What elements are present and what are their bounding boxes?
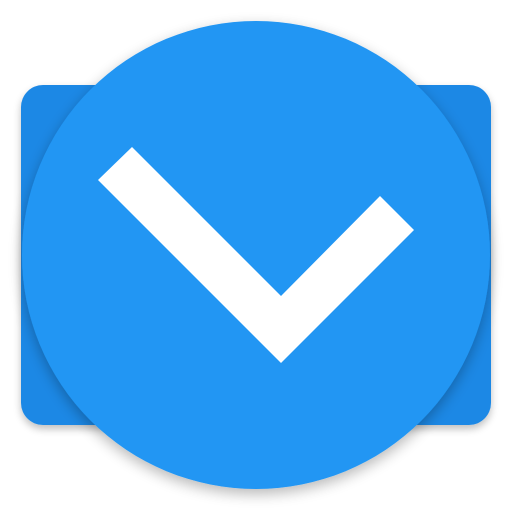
circle-badge bbox=[22, 21, 490, 489]
app-icon-canvas bbox=[0, 0, 512, 512]
checkmark-badge-icon bbox=[21, 21, 491, 489]
